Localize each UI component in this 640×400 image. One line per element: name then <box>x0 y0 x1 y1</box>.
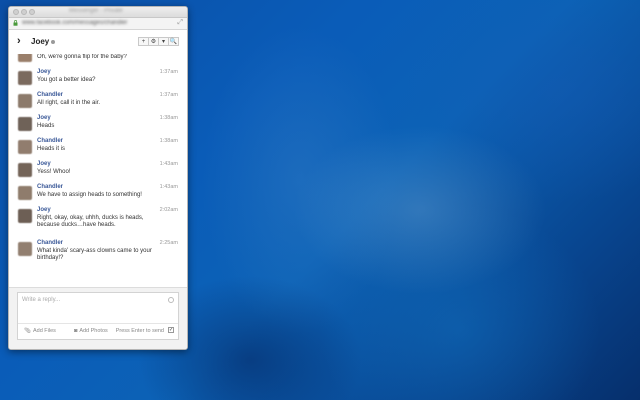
reply-box[interactable]: Write a reply... 📎︎ Add Files ◙ Add Phot… <box>17 292 179 340</box>
message-row: Joey 1:38am Heads <box>9 115 187 138</box>
message-row: Chandler 1:37am All right, call it in the … <box>9 92 187 115</box>
avatar[interactable] <box>18 242 32 256</box>
url-bar[interactable]: www.facebook.com/messages/chandler ⤢ <box>9 18 187 30</box>
chevron-right-icon[interactable]: › <box>17 36 21 47</box>
timestamp: 1:38am <box>159 115 178 121</box>
messenger-window: Messenger - Private www.facebook.com/mes… <box>8 6 188 350</box>
url-text: www.facebook.com/messages/chandler <box>22 20 128 26</box>
avatar[interactable] <box>18 209 32 223</box>
message-text: Right, okay, okay, uhhh, ducks is heads,… <box>37 215 144 228</box>
sender-name[interactable]: Joey <box>37 161 51 167</box>
message-row: Chandler 1:38am Heads it is <box>9 138 187 161</box>
sender-name[interactable]: Chandler <box>37 92 63 98</box>
add-files-label: Add Files <box>32 328 56 334</box>
sender-name[interactable]: Joey <box>37 115 51 121</box>
message-row: Joey 2:02am Right, okay, okay, uhhh, ducks… <box>9 207 187 230</box>
message-text: We have to assign heads to something! <box>37 192 142 198</box>
message-row: Joey 1:37am You got a better idea? <box>9 69 187 92</box>
close-window-button[interactable] <box>13 9 19 15</box>
enter-to-send-label: Press Enter to send <box>115 328 164 334</box>
message-text: Yess! Whoo! <box>37 169 71 175</box>
add-photos-button[interactable]: ◙ Add Photos <box>74 328 108 334</box>
composer: Write a reply... 📎︎ Add Files ◙ Add Phot… <box>9 287 187 349</box>
timestamp: 2:02am <box>159 207 178 213</box>
avatar[interactable] <box>18 94 32 108</box>
timestamp: 1:38am <box>159 138 178 144</box>
timestamp: 1:43am <box>159 184 178 190</box>
avatar[interactable] <box>18 186 32 200</box>
lock-icon <box>13 20 18 26</box>
header-actions: + ⚙ ▾ 🔍 <box>138 37 179 46</box>
window-title: Messenger - Private <box>69 8 123 14</box>
message-text: All right, call it in the air. <box>37 100 101 106</box>
timestamp: 1:37am <box>159 92 178 98</box>
sender-name[interactable]: Chandler <box>37 240 63 246</box>
chat-header: › Joey + ⚙ ▾ 🔍 <box>9 30 187 55</box>
minimize-window-button[interactable] <box>21 9 27 15</box>
avatar[interactable] <box>18 54 32 62</box>
timestamp: 1:37am <box>159 69 178 75</box>
timestamp: 1:43am <box>159 161 178 167</box>
emoji-icon[interactable] <box>168 297 174 303</box>
add-photos-label: Add Photos <box>79 328 108 334</box>
message-row: Chandler1:37amOh, we're gonna flip for t… <box>9 54 187 69</box>
add-files-button[interactable]: 📎︎ Add Files <box>24 328 56 334</box>
message-text: Oh, we're gonna flip for the baby? <box>37 54 127 60</box>
avatar[interactable] <box>18 140 32 154</box>
timestamp: 2:25am <box>159 240 178 246</box>
camera-icon: ◙ <box>74 328 78 334</box>
avatar[interactable] <box>18 163 32 177</box>
message-row: Joey 1:43am Yess! Whoo! <box>9 161 187 184</box>
message-row: Chandler 2:25am What kinda' scary-ass clow… <box>9 240 187 263</box>
avatar[interactable] <box>18 71 32 85</box>
message-text: What kinda' scary-ass clowns came to you… <box>37 248 152 261</box>
sender-name[interactable]: Joey <box>37 207 51 213</box>
zoom-window-button[interactable] <box>29 9 35 15</box>
search-icon[interactable]: 🔍 <box>168 37 179 46</box>
message-text: Heads <box>37 123 55 129</box>
message-list[interactable]: Chandler 1:37am Oh, we're gonna flip for t… <box>9 54 187 286</box>
message-text: Heads it is <box>37 146 66 152</box>
expand-icon[interactable]: ⤢ <box>177 19 183 27</box>
presence-dot <box>51 40 55 44</box>
message-text: You got a better idea? <box>37 77 96 83</box>
paperclip-icon: 📎︎ <box>24 328 31 334</box>
avatar[interactable] <box>18 117 32 131</box>
title-bar: Messenger - Private <box>9 7 187 18</box>
contact-name[interactable]: Joey <box>31 37 49 46</box>
sender-name[interactable]: Joey <box>37 69 51 75</box>
divider <box>18 323 178 324</box>
message-row: Chandler 1:43am We have to assign heads to… <box>9 184 187 207</box>
sender-name[interactable]: Chandler <box>37 138 63 144</box>
sender-name[interactable]: Chandler <box>37 184 63 190</box>
reply-input[interactable]: Write a reply... <box>22 297 60 303</box>
enter-to-send-checkbox[interactable]: ✓ <box>168 327 174 333</box>
